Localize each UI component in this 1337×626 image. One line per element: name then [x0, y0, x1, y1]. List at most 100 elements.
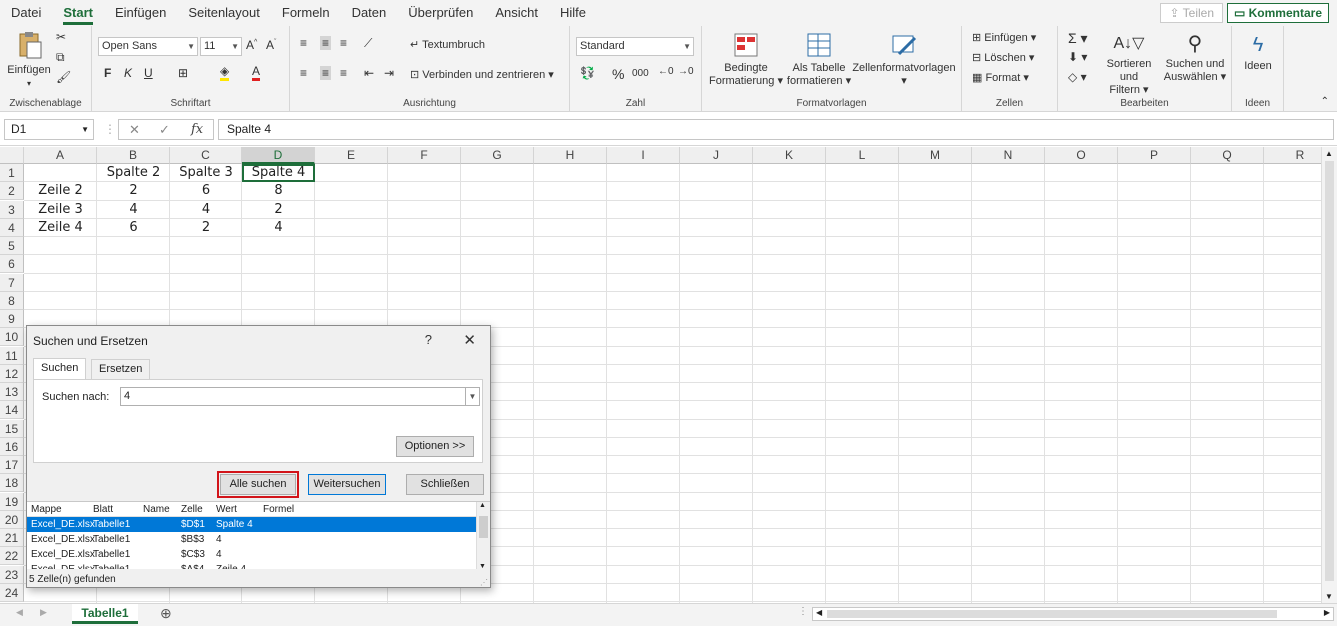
insert-function-icon[interactable]: fx: [191, 120, 203, 139]
result-row[interactable]: Excel_DE.xlsx Tabelle1 $B$3 4: [27, 532, 476, 547]
column-header-a[interactable]: A: [24, 147, 97, 164]
format-painter-icon[interactable]: 🖌: [56, 70, 71, 84]
cell-d2[interactable]: 8: [242, 182, 315, 200]
results-list[interactable]: ▲ ▼ Mappe Blatt Name Zelle Wert Formel Excel_D…: [27, 501, 490, 569]
conditional-formatting-button[interactable]: Bedingte Formatierung ▾: [708, 32, 784, 88]
results-scrollbar[interactable]: ▲ ▼: [476, 502, 490, 569]
cell-b1[interactable]: Spalte 2: [97, 164, 170, 182]
copy-icon[interactable]: ⧉: [56, 50, 65, 65]
fill-color-icon[interactable]: ◈: [220, 64, 230, 81]
share-button[interactable]: ⇪ Teilen: [1160, 3, 1223, 23]
column-header-o[interactable]: O: [1045, 147, 1118, 164]
row-header-6[interactable]: 6: [0, 255, 24, 274]
menu-datei[interactable]: Datei: [0, 0, 52, 26]
results-column-header[interactable]: Formel: [263, 502, 294, 517]
cell-b3[interactable]: 4: [97, 201, 170, 219]
comma-button[interactable]: 000: [632, 68, 649, 79]
add-sheet-icon[interactable]: ⊕: [160, 605, 172, 622]
result-row[interactable]: Excel_DE.xlsxTabelle1 $A$4 Zeile 4: [27, 562, 476, 569]
find-input[interactable]: 4 ▼: [120, 387, 480, 406]
results-column-header[interactable]: Name: [143, 502, 170, 517]
row-header-2[interactable]: 2: [0, 182, 24, 201]
cell-c4[interactable]: 2: [170, 219, 242, 237]
orientation-icon[interactable]: ⟋: [364, 36, 372, 51]
paste-button[interactable]: Einfügen ▾: [6, 30, 52, 90]
find-select-button[interactable]: ⚲ Suchen und Auswählen ▾: [1162, 30, 1228, 84]
row-header-15[interactable]: 15: [0, 419, 24, 438]
sheet-tab-tabelle1[interactable]: Tabelle1: [72, 604, 138, 624]
vertical-scrollbar[interactable]: ▲ ▼: [1321, 147, 1337, 603]
underline-button[interactable]: U: [144, 66, 153, 80]
merge-center-button[interactable]: ⊡ Verbinden und zentrieren ▾: [410, 68, 554, 81]
scroll-down-icon[interactable]: ▼: [1325, 592, 1333, 601]
find-next-button[interactable]: Weitersuchen: [308, 474, 386, 495]
format-as-table-button[interactable]: Als Tabelle formatieren ▾: [786, 32, 852, 88]
increase-decimal-icon[interactable]: ←0: [658, 66, 674, 77]
clear-icon[interactable]: ◇ ▾: [1068, 70, 1087, 84]
cell-d3[interactable]: 2: [242, 201, 315, 219]
menu-start[interactable]: Start: [52, 0, 104, 26]
row-header-13[interactable]: 13: [0, 383, 24, 401]
close-icon[interactable]: ✕: [463, 331, 476, 349]
format-cells-button[interactable]: ▦ Format ▾: [972, 71, 1029, 84]
column-header-k[interactable]: K: [753, 147, 826, 164]
results-column-header[interactable]: Blatt: [93, 502, 113, 517]
options-button[interactable]: Optionen >>: [396, 436, 474, 457]
row-header-21[interactable]: 21: [0, 529, 24, 547]
collapse-ribbon-icon[interactable]: ⌃: [1321, 96, 1329, 107]
number-format-combo[interactable]: Standard ▼: [576, 37, 694, 56]
column-header-n[interactable]: N: [972, 147, 1045, 164]
row-header-22[interactable]: 22: [0, 547, 24, 566]
grow-font-icon[interactable]: A^: [246, 38, 257, 52]
increase-indent-icon[interactable]: ⇥: [384, 66, 394, 80]
find-all-button[interactable]: Alle suchen: [217, 471, 299, 498]
row-header-8[interactable]: 8: [0, 291, 24, 310]
cell-d4[interactable]: 4: [242, 219, 315, 237]
result-row[interactable]: Excel_DE.xlsx Tabelle1 $D$1 Spalte 4: [27, 517, 476, 532]
help-icon[interactable]: ?: [425, 332, 432, 347]
autosum-icon[interactable]: Σ ▾: [1068, 30, 1088, 47]
menu-daten[interactable]: Daten: [341, 0, 398, 26]
column-header-e[interactable]: E: [315, 147, 388, 164]
row-header-19[interactable]: 19: [0, 492, 24, 511]
column-header-q[interactable]: Q: [1191, 147, 1264, 164]
bold-button[interactable]: F: [104, 66, 111, 80]
row-header-20[interactable]: 20: [0, 510, 24, 529]
sort-filter-button[interactable]: A↓▽ Sortieren und Filtern ▾: [1096, 30, 1162, 97]
chevron-down-icon[interactable]: ▼: [465, 388, 479, 405]
column-header-f[interactable]: F: [388, 147, 461, 164]
row-header-14[interactable]: 14: [0, 401, 24, 420]
scroll-up-icon[interactable]: ▲: [479, 502, 486, 509]
decrease-decimal-icon[interactable]: →0: [678, 66, 694, 77]
column-header-l[interactable]: L: [826, 147, 899, 164]
cell-c3[interactable]: 4: [170, 201, 242, 219]
column-header-m[interactable]: M: [899, 147, 972, 164]
scroll-right-icon[interactable]: ▶: [1324, 608, 1330, 617]
menu-seitenlayout[interactable]: Seitenlayout: [177, 0, 271, 26]
row-header-7[interactable]: 7: [0, 273, 24, 292]
vertical-scroll-thumb[interactable]: [1325, 161, 1334, 581]
row-header-23[interactable]: 23: [0, 565, 24, 584]
formula-input[interactable]: Spalte 4: [218, 119, 1334, 140]
row-header-4[interactable]: 4: [0, 218, 24, 237]
align-left-icon[interactable]: ≡: [300, 66, 307, 80]
fill-icon[interactable]: ⬇ ▾: [1068, 50, 1087, 64]
cell-b4[interactable]: 6: [97, 219, 170, 237]
align-center-icon[interactable]: ≡: [320, 66, 332, 80]
comments-button[interactable]: ▭ Kommentare: [1226, 3, 1329, 23]
result-row[interactable]: Excel_DE.xlsx Tabelle1 $C$3 4: [27, 547, 476, 562]
font-size-combo[interactable]: 11 ▼: [200, 37, 242, 56]
menu-ueberpruefen[interactable]: Überprüfen: [397, 0, 484, 26]
row-header-16[interactable]: 16: [0, 437, 24, 456]
cell-d1[interactable]: Spalte 4: [242, 164, 315, 182]
column-header-c[interactable]: C: [170, 147, 242, 164]
cut-icon[interactable]: ✂: [56, 30, 66, 44]
row-header-3[interactable]: 3: [0, 200, 24, 219]
column-header-h[interactable]: H: [534, 147, 607, 164]
align-middle-icon[interactable]: ≡: [320, 36, 332, 50]
italic-button[interactable]: K: [124, 66, 132, 80]
column-header-b[interactable]: B: [97, 147, 170, 164]
column-header-i[interactable]: I: [607, 147, 680, 164]
close-button[interactable]: Schließen: [406, 474, 484, 495]
menu-hilfe[interactable]: Hilfe: [549, 0, 597, 26]
